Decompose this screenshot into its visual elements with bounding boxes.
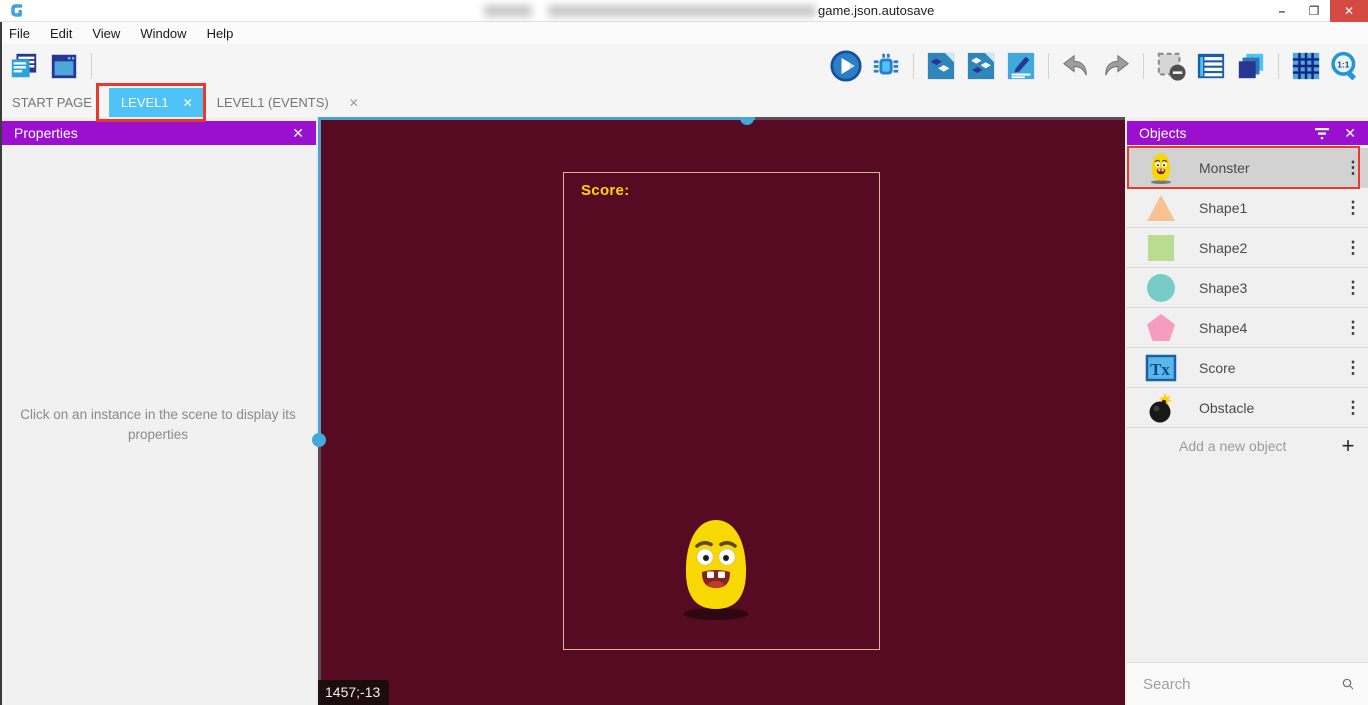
object-label: Shape1 <box>1199 200 1338 216</box>
menu-bar: File Edit View Window Help <box>0 22 1368 44</box>
tab-level1-events[interactable]: LEVEL1 (EVENTS) <box>205 88 341 117</box>
search-input[interactable] <box>1143 676 1342 693</box>
object-row-obstacle[interactable]: Obstacle ⋮ <box>1127 388 1368 428</box>
object-row-shape4[interactable]: Shape4 ⋮ <box>1127 308 1368 348</box>
grid-icon[interactable] <box>1290 50 1322 82</box>
tab-level1-close-icon[interactable]: ✕ <box>183 96 193 110</box>
objects-panel-title: Objects <box>1139 125 1314 141</box>
game-window-border-top <box>318 117 755 120</box>
add-new-object-label: Add a new object <box>1179 438 1328 454</box>
monster-icon <box>1145 152 1177 184</box>
object-row-shape1[interactable]: Shape1 ⋮ <box>1127 188 1368 228</box>
restore-button[interactable]: ❐ <box>1298 0 1330 22</box>
project-manager-icon[interactable] <box>8 50 40 82</box>
layers-icon[interactable] <box>1235 50 1267 82</box>
main-area: Properties ✕ Click on an instance in the… <box>0 117 1368 705</box>
score-text-instance[interactable]: Score: <box>581 182 630 199</box>
monster-sprite[interactable] <box>678 515 754 620</box>
plus-icon: + <box>1328 433 1368 459</box>
menu-edit[interactable]: Edit <box>40 22 82 44</box>
svg-text:1:1: 1:1 <box>1337 59 1350 69</box>
object-row-shape3[interactable]: Shape3 ⋮ <box>1127 268 1368 308</box>
menu-window[interactable]: Window <box>130 22 196 44</box>
objects-panel: Objects ✕ <box>1125 117 1368 705</box>
square-icon <box>1145 232 1177 264</box>
game-window-border-left <box>318 117 321 440</box>
bomb-icon <box>1145 392 1177 424</box>
object-menu-icon[interactable]: ⋮ <box>1338 158 1368 178</box>
window-title: game.json.autosave <box>818 3 934 18</box>
window-controls: – ❐ ✕ <box>1266 0 1368 22</box>
object-menu-icon[interactable]: ⋮ <box>1338 318 1368 338</box>
window-resize-handle-left[interactable] <box>312 433 326 447</box>
object-row-shape2[interactable]: Shape2 ⋮ <box>1127 228 1368 268</box>
delete-selection-icon[interactable] <box>1155 50 1187 82</box>
object-label: Shape2 <box>1199 240 1338 256</box>
zoom-1-1-icon[interactable]: 1:1 <box>1330 50 1362 82</box>
scene-canvas[interactable]: Score: 1457;-13 <box>318 117 1125 705</box>
objects-panel-header: Objects ✕ <box>1127 121 1368 145</box>
svg-text:Tx: Tx <box>1150 360 1170 379</box>
properties-panel-header: Properties ✕ <box>2 121 316 145</box>
object-menu-icon[interactable]: ⋮ <box>1338 358 1368 378</box>
properties-panel-title: Properties <box>14 125 292 141</box>
objects-search-bar <box>1127 662 1368 705</box>
undo-icon[interactable] <box>1060 50 1092 82</box>
object-menu-icon[interactable]: ⋮ <box>1338 238 1368 258</box>
objects-close-icon[interactable]: ✕ <box>1344 125 1356 142</box>
preview-window-icon[interactable] <box>48 50 80 82</box>
redacted-title-segment <box>484 5 532 17</box>
cursor-coordinates: 1457;-13 <box>318 680 389 705</box>
object-menu-icon[interactable]: ⋮ <box>1338 198 1368 218</box>
properties-close-icon[interactable]: ✕ <box>292 125 304 142</box>
redacted-title-segment <box>548 5 816 17</box>
pentagon-icon <box>1145 312 1177 344</box>
object-label: Obstacle <box>1199 400 1338 416</box>
text-object-icon: Tx <box>1145 352 1177 384</box>
filter-icon[interactable] <box>1314 126 1330 140</box>
object-menu-icon[interactable]: ⋮ <box>1338 278 1368 298</box>
add-object-icon[interactable] <box>925 50 957 82</box>
search-icon <box>1342 675 1354 693</box>
properties-panel: Properties ✕ Click on an instance in the… <box>0 117 316 705</box>
objects-list: Monster ⋮ Shape1 ⋮ Shape2 ⋮ <box>1127 148 1368 464</box>
object-label: Monster <box>1199 160 1338 176</box>
gdevelop-logo-icon <box>8 2 26 20</box>
minimize-button[interactable]: – <box>1266 0 1298 22</box>
redo-icon[interactable] <box>1100 50 1132 82</box>
scene-edge-left <box>318 440 321 705</box>
debug-icon[interactable] <box>870 50 902 82</box>
tab-level1[interactable]: LEVEL1 ✕ <box>109 88 205 117</box>
menu-view[interactable]: View <box>82 22 130 44</box>
object-row-score[interactable]: Tx Score ⋮ <box>1127 348 1368 388</box>
object-label: Shape3 <box>1199 280 1338 296</box>
gdevelop-window: game.json.autosave – ❐ ✕ File Edit View … <box>0 0 1368 705</box>
instances-list-icon[interactable] <box>1195 50 1227 82</box>
edit-scene-icon[interactable] <box>1005 50 1037 82</box>
title-bar: game.json.autosave – ❐ ✕ <box>0 0 1368 22</box>
add-new-object-button[interactable]: Add a new object + <box>1127 428 1368 464</box>
tab-bar: START PAGE LEVEL1 ✕ LEVEL1 (EVENTS) ✕ <box>0 88 1368 117</box>
object-label: Score <box>1199 360 1338 376</box>
menu-file[interactable]: File <box>0 22 40 44</box>
object-menu-icon[interactable]: ⋮ <box>1338 398 1368 418</box>
close-button[interactable]: ✕ <box>1330 0 1368 22</box>
menu-help[interactable]: Help <box>197 22 244 44</box>
scene-edge-top <box>755 117 1125 120</box>
add-instances-icon[interactable] <box>965 50 997 82</box>
toolbar: 1:1 <box>0 44 1368 88</box>
object-label: Shape4 <box>1199 320 1338 336</box>
object-row-monster[interactable]: Monster ⋮ <box>1127 148 1368 188</box>
triangle-icon <box>1145 192 1177 224</box>
tab-start-page[interactable]: START PAGE <box>0 88 104 117</box>
properties-empty-message: Click on an instance in the scene to dis… <box>10 405 306 445</box>
play-icon[interactable] <box>830 50 862 82</box>
window-left-border <box>0 22 2 705</box>
circle-icon <box>1145 272 1177 304</box>
tab-level1-events-close-icon[interactable]: ✕ <box>341 88 367 117</box>
